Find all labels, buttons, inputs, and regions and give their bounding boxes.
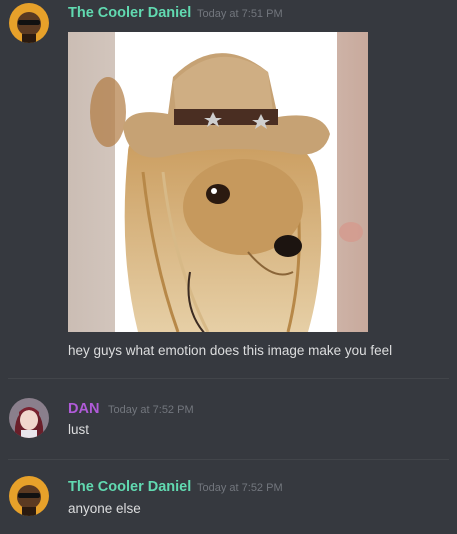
message-group: The Cooler Daniel Today at 7:52 PM anyon… [0,472,457,532]
avatar[interactable] [9,398,49,438]
username[interactable]: DAN [68,400,99,418]
timestamp: Today at 7:52 PM [108,404,194,416]
timestamp: Today at 7:51 PM [197,8,283,20]
message-text: hey guys what emotion does this image ma… [68,343,393,358]
message-divider [8,378,449,379]
message-text: lust [68,422,90,437]
message-text: anyone else [68,501,141,516]
image-attachment[interactable] [68,32,368,332]
message-divider [8,459,449,460]
username[interactable]: The Cooler Daniel [68,478,191,496]
username[interactable]: The Cooler Daniel [68,4,191,22]
dog-in-cowboy-hat-image [68,32,368,332]
message-group: The Cooler Daniel Today at 7:51 PM hey g… [0,0,457,378]
avatar[interactable] [9,3,49,43]
message-group: DAN Today at 7:52 PM lust [0,392,457,452]
timestamp: Today at 7:52 PM [197,482,283,494]
avatar[interactable] [9,476,49,516]
